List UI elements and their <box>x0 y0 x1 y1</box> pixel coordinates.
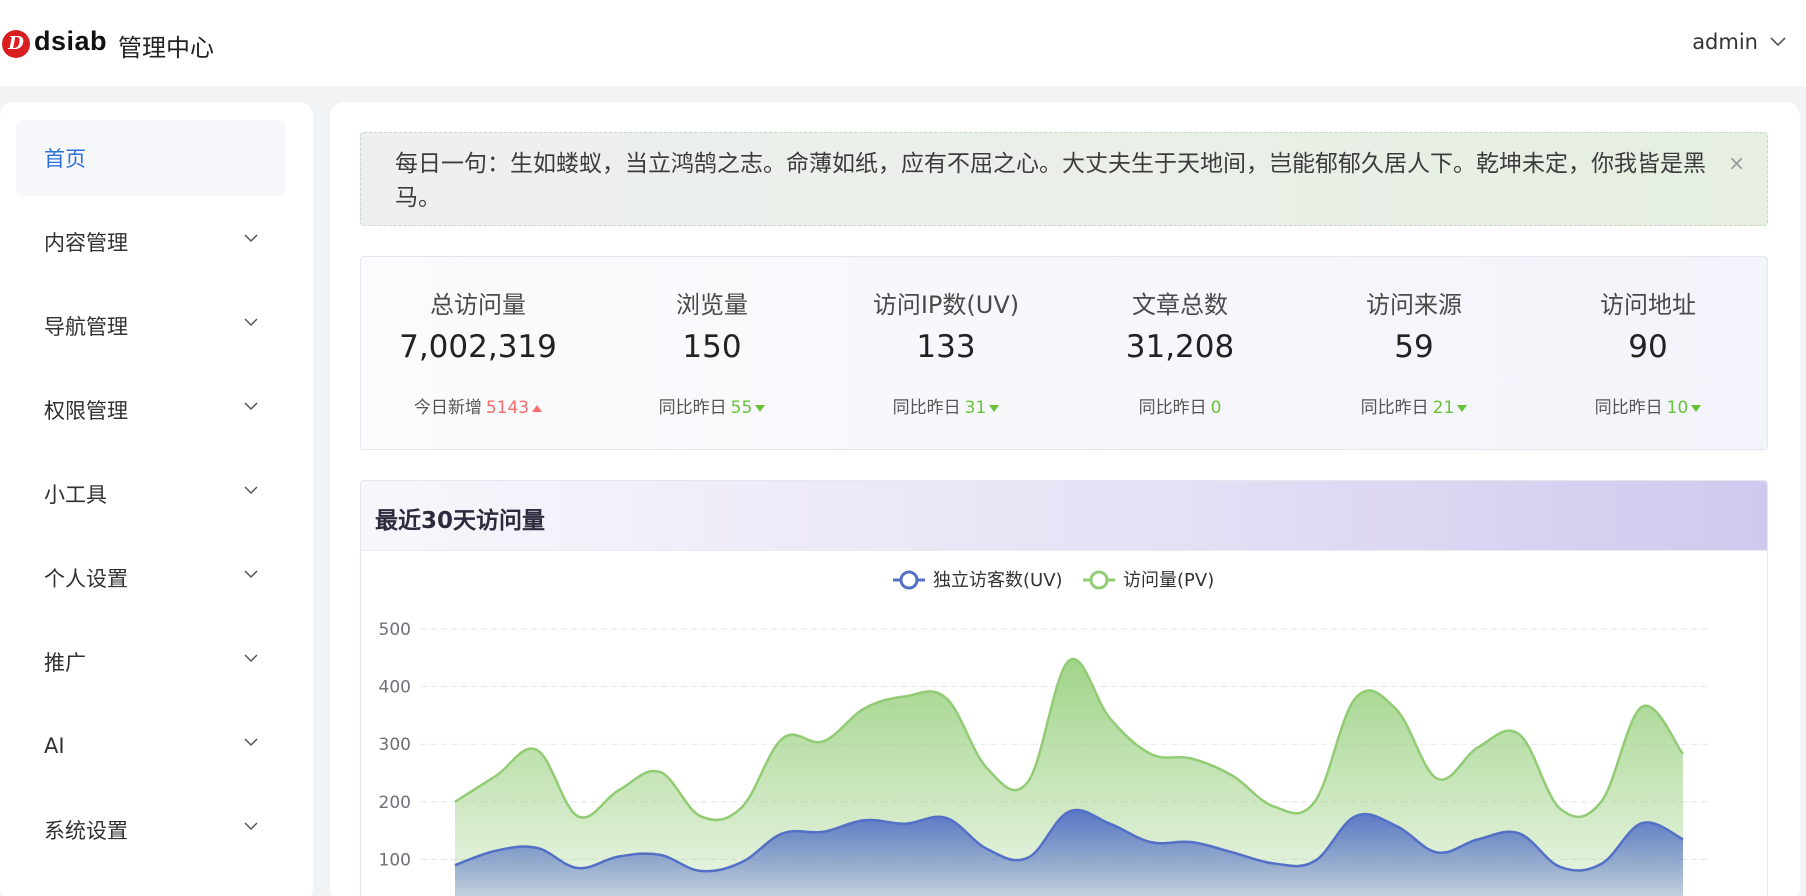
stat-compare: 同比昨日 55 <box>595 393 829 418</box>
chevron-down-icon <box>244 654 258 663</box>
stat-title: 访问IP数(UV) <box>872 291 1020 319</box>
trend-down-icon <box>1691 404 1702 412</box>
stat-visit-sources: 访问来源 59 同比昨日 21 <box>1297 257 1531 451</box>
stat-title: 访问来源 <box>1366 291 1462 319</box>
stat-title: 总访问量 <box>430 291 526 319</box>
sidebar-item-label: 系统设置 <box>44 819 128 843</box>
stat-title: 文章总数 <box>1132 291 1228 319</box>
chevron-down-icon <box>244 570 258 579</box>
chevron-down-icon <box>244 822 258 831</box>
chevron-down-icon <box>244 486 258 495</box>
visits-area-chart: 0100200300400500 独立访客数(UV)访问量(PV) <box>379 570 1709 896</box>
trend-up-icon <box>532 404 543 412</box>
y-tick-label: 100 <box>379 850 411 870</box>
sidebar-item-content[interactable]: 内容管理 <box>16 204 286 280</box>
sidebar-item-label: 推广 <box>44 651 86 675</box>
sidebar-item-promotion[interactable]: 推广 <box>16 624 286 700</box>
sidebar-item-label: 首页 <box>44 147 86 171</box>
logo-text: dsiab <box>34 26 108 56</box>
stat-compare: 同比昨日 0 <box>1063 393 1297 418</box>
stat-compare-label: 同比昨日 <box>892 398 961 418</box>
legend-label: 独立访客数(UV) <box>933 570 1063 591</box>
legend-label: 访问量(PV) <box>1123 570 1214 591</box>
stat-compare-label: 同比昨日 <box>658 398 727 418</box>
trend-down-icon <box>989 404 1000 412</box>
chevron-down-icon <box>244 318 258 327</box>
sidebar-item-navigation[interactable]: 导航管理 <box>16 288 286 364</box>
trend-down-icon <box>755 404 766 412</box>
trend-down-icon <box>1457 404 1468 412</box>
legend-marker <box>899 570 919 590</box>
sidebar-item-label: AI <box>44 734 65 758</box>
y-tick-label: 400 <box>379 678 411 698</box>
sidebar-item-permissions[interactable]: 权限管理 <box>16 372 286 448</box>
top-bar: D dsiab 管理中心 admin <box>0 0 1806 86</box>
stat-compare: 同比昨日 10 <box>1531 393 1765 418</box>
sidebar-item-tools[interactable]: 小工具 <box>16 456 286 532</box>
stat-article-count: 文章总数 31,208 同比昨日 0 <box>1063 257 1297 451</box>
stat-title: 浏览量 <box>676 291 748 319</box>
y-tick-label: 300 <box>379 735 411 755</box>
stat-title: 访问地址 <box>1600 291 1696 319</box>
stat-compare-label: 同比昨日 <box>1138 398 1207 418</box>
stat-value: 150 <box>682 329 742 365</box>
y-tick-label: 200 <box>379 793 411 813</box>
stat-compare-label: 今日新增 <box>413 398 482 418</box>
chart-header: 最近30天访问量 <box>361 481 1767 551</box>
stat-compare-value: 0 <box>1210 398 1222 418</box>
sidebar-item-label: 个人设置 <box>44 567 128 591</box>
stat-value: 31,208 <box>1125 329 1235 365</box>
visits-chart-card: 最近30天访问量 0100200300400500 独立访客数(UV)访问量(P… <box>360 480 1768 896</box>
stat-compare: 今日新增 5143 <box>361 393 595 418</box>
stat-visit-urls: 访问地址 90 同比昨日 10 <box>1531 257 1765 451</box>
stat-compare: 同比昨日 21 <box>1297 393 1531 418</box>
legend-item-pv[interactable]: 访问量(PV) <box>1083 570 1214 591</box>
sidebar-item-system[interactable]: 系统设置 <box>16 792 286 868</box>
sidebar-item-personal[interactable]: 个人设置 <box>16 540 286 616</box>
stat-compare-value: 5143 <box>485 398 530 418</box>
close-icon[interactable]: × <box>1728 151 1745 175</box>
stat-compare-value: 31 <box>964 398 987 418</box>
chevron-down-icon <box>1770 37 1786 47</box>
sidebar-item-label: 内容管理 <box>44 231 128 255</box>
sidebar-item-label: 小工具 <box>44 483 107 507</box>
stat-compare-value: 10 <box>1666 398 1689 418</box>
legend-item-uv[interactable]: 独立访客数(UV) <box>893 570 1063 591</box>
stat-page-views: 浏览量 150 同比昨日 55 <box>595 257 829 451</box>
daily-quote-text: 每日一句：生如蝼蚁，当立鸿鹄之志。命薄如纸，应有不屈之心。大丈夫生于天地间，岂能… <box>395 151 1706 211</box>
user-menu[interactable]: admin <box>1692 30 1786 54</box>
sidebar-item-home[interactable]: 首页 <box>16 120 286 196</box>
sidebar: 首页 内容管理 导航管理 权限管理 小工具 个人设置 推广 AI 系统设置 <box>0 102 313 896</box>
user-name: admin <box>1692 30 1758 54</box>
chevron-down-icon <box>244 738 258 747</box>
stat-compare-label: 同比昨日 <box>1360 398 1429 418</box>
main-content: 每日一句：生如蝼蚁，当立鸿鹄之志。命薄如纸，应有不屈之心。大丈夫生于天地间，岂能… <box>330 102 1800 896</box>
stat-unique-ips: 访问IP数(UV) 133 同比昨日 31 <box>829 257 1063 451</box>
stat-value: 7,002,319 <box>399 329 557 365</box>
stat-compare-value: 55 <box>730 398 753 418</box>
sidebar-item-label: 导航管理 <box>44 315 128 339</box>
stats-panel: 总访问量 7,002,319 今日新增 5143 浏览量 150 同比昨日 55 访… <box>360 256 1768 450</box>
stat-value: 59 <box>1394 329 1434 365</box>
logo-icon: D <box>2 30 30 58</box>
stat-value: 133 <box>916 329 976 365</box>
stat-compare-label: 同比昨日 <box>1594 398 1663 418</box>
sidebar-item-label: 权限管理 <box>44 399 128 423</box>
legend-marker <box>1089 570 1109 590</box>
stat-compare-value: 21 <box>1432 398 1455 418</box>
stat-total-visits: 总访问量 7,002,319 今日新增 5143 <box>361 257 595 451</box>
stat-value: 90 <box>1628 329 1668 365</box>
stat-compare: 同比昨日 31 <box>829 393 1063 418</box>
chevron-down-icon <box>244 234 258 243</box>
app-subtitle: 管理中心 <box>118 34 214 62</box>
daily-quote-alert: 每日一句：生如蝼蚁，当立鸿鹄之志。命薄如纸，应有不屈之心。大丈夫生于天地间，岂能… <box>360 132 1768 226</box>
chart-title: 最近30天访问量 <box>375 508 546 534</box>
chevron-down-icon <box>244 402 258 411</box>
sidebar-item-ai[interactable]: AI <box>16 708 286 784</box>
y-tick-label: 500 <box>379 620 411 640</box>
